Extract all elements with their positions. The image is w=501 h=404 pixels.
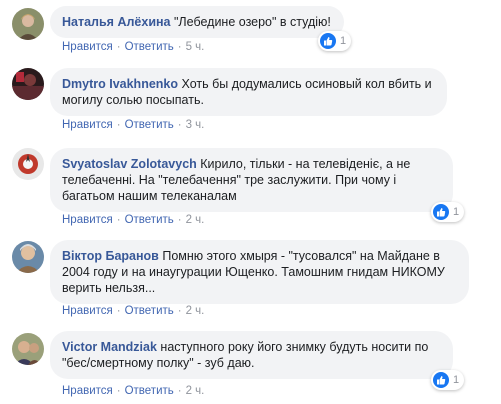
separator: · xyxy=(116,385,121,397)
comment-text: "Лебедине озеро" в студію! xyxy=(174,15,331,29)
comment-bubble: Віктор Баранов Помню этого хмыря - "тусо… xyxy=(50,240,469,304)
separator: · xyxy=(177,119,182,131)
reaction-count[interactable]: 1 xyxy=(431,202,465,222)
reply-button[interactable]: Ответить xyxy=(125,214,174,226)
comment-author[interactable]: Victor Mandziak xyxy=(62,340,157,354)
like-thumb-icon xyxy=(320,33,336,49)
comment-author[interactable]: Svyatoslav Zolotavych xyxy=(62,157,197,171)
comment-author[interactable]: Dmytro Ivakhnenko xyxy=(62,77,178,91)
comment-bubble: Victor Mandziak наступного року його зни… xyxy=(50,331,453,379)
reply-button[interactable]: Ответить xyxy=(125,41,174,53)
comment-bubble: Dmytro Ivakhnenko Хоть бы додумались оси… xyxy=(50,68,447,116)
like-thumb-icon xyxy=(433,372,449,388)
reply-button[interactable]: Ответить xyxy=(125,385,174,397)
separator: · xyxy=(116,305,121,317)
separator: · xyxy=(177,385,182,397)
reaction-count[interactable]: 1 xyxy=(431,370,465,390)
separator: · xyxy=(177,305,182,317)
comment-bubble: Svyatoslav Zolotavych Кирило, тільки - н… xyxy=(50,148,453,212)
comment-actions: Нравится · Ответить · 3 ч. xyxy=(62,119,204,131)
like-button[interactable]: Нравится xyxy=(62,305,113,317)
avatar[interactable] xyxy=(12,333,44,365)
like-button[interactable]: Нравится xyxy=(62,385,113,397)
separator: · xyxy=(177,41,182,53)
like-button[interactable]: Нравится xyxy=(62,119,113,131)
timestamp[interactable]: 2 ч. xyxy=(186,305,205,317)
like-thumb-icon xyxy=(433,204,449,220)
timestamp[interactable]: 5 ч. xyxy=(186,41,205,53)
avatar[interactable] xyxy=(12,8,44,40)
separator: · xyxy=(177,214,182,226)
timestamp[interactable]: 2 ч. xyxy=(186,214,205,226)
timestamp[interactable]: 3 ч. xyxy=(186,119,205,131)
comment-actions: Нравится · Ответить · 5 ч. xyxy=(62,41,204,53)
like-button[interactable]: Нравится xyxy=(62,214,113,226)
reply-button[interactable]: Ответить xyxy=(125,305,174,317)
separator: · xyxy=(116,41,121,53)
timestamp[interactable]: 2 ч. xyxy=(186,385,205,397)
like-button[interactable]: Нравится xyxy=(62,41,113,53)
separator: · xyxy=(116,119,121,131)
comment-author[interactable]: Віктор Баранов xyxy=(62,249,159,263)
reaction-number: 1 xyxy=(453,206,460,218)
reaction-number: 1 xyxy=(453,374,460,386)
reaction-count[interactable]: 1 xyxy=(318,31,352,51)
comment-bubble: Наталья Алёхина "Лебедине озеро" в студі… xyxy=(50,6,344,38)
avatar[interactable] xyxy=(12,241,44,273)
reaction-number: 1 xyxy=(340,35,347,47)
separator: · xyxy=(116,214,121,226)
reply-button[interactable]: Ответить xyxy=(125,119,174,131)
comment-actions: Нравится · Ответить · 2 ч. xyxy=(62,214,204,226)
comment-actions: Нравится · Ответить · 2 ч. xyxy=(62,305,204,317)
avatar[interactable] xyxy=(12,148,44,180)
comment-actions: Нравится · Ответить · 2 ч. xyxy=(62,385,204,397)
comment-author[interactable]: Наталья Алёхина xyxy=(62,15,171,29)
avatar[interactable] xyxy=(12,68,44,100)
